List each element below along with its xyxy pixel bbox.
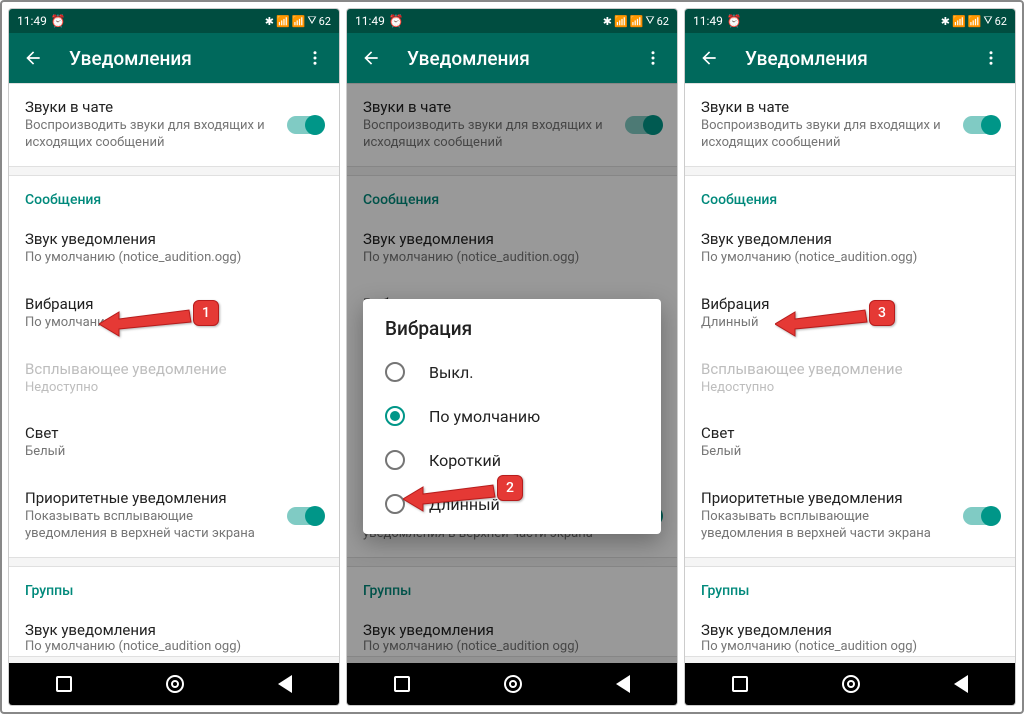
notification-sound-row[interactable]: Звук уведомления По умолчанию (notice_au… (685, 216, 1015, 281)
popup-subtitle: Недоступно (25, 380, 323, 397)
chat-sounds-toggle[interactable] (963, 116, 999, 134)
sound-title: Звук уведомления (25, 230, 323, 248)
page-title: Уведомления (407, 47, 641, 70)
radio-option-off[interactable]: Выкл. (363, 350, 661, 394)
notification-sound-row[interactable]: Звук уведомления По умолчанию (notice_au… (9, 216, 339, 281)
phone-screen-3: 11:49 ⏰ ✱📶📶⛛62 Уведомления Звуки в чате В… (684, 8, 1016, 706)
nav-bar (347, 663, 677, 705)
arrow-icon (775, 304, 875, 344)
group-sound-row[interactable]: Звук уведомления (9, 607, 339, 639)
page-title: Уведомления (69, 47, 303, 70)
overflow-menu-button[interactable] (641, 46, 665, 70)
annotation-1: 1 (99, 304, 219, 344)
nav-back-button[interactable] (954, 675, 968, 693)
status-bar: 11:49 ⏰ ✱📶📶⛛62 (685, 9, 1015, 33)
radio-icon (385, 450, 405, 470)
priority-title: Приоритетные уведомления (25, 489, 323, 507)
nav-bar (685, 663, 1015, 705)
section-groups: Группы (9, 567, 339, 607)
light-row[interactable]: Свет Белый (9, 410, 339, 475)
light-subtitle: Белый (25, 444, 323, 461)
settings-content: Звуки в чате Воспроизводить звуки для вх… (9, 83, 339, 663)
radio-icon-selected (385, 406, 405, 426)
annotation-2: 2 (403, 479, 523, 519)
status-bar: 11:49⏰ ✱📶📶⛛62 (9, 9, 339, 33)
status-bar: 11:49 ⏰ ✱📶📶⛛62 (347, 9, 677, 33)
popup-notification-row: Всплывающее уведомление Недоступно (9, 346, 339, 411)
group-sound-subtitle-cut: По умолчанию (notice_audition ogg) (9, 639, 339, 656)
status-icons: ✱📶📶⛛62 (941, 14, 1007, 28)
status-time: 11:49 (355, 14, 385, 28)
app-bar: Уведомления (9, 33, 339, 83)
wifi-icon: ⛛ (307, 14, 316, 28)
alarm-icon: ⏰ (727, 14, 742, 28)
nav-home-button[interactable] (842, 675, 860, 693)
settings-content: Звуки в чате Воспроизводить звуки для вх… (685, 83, 1015, 663)
nav-home-button[interactable] (504, 675, 522, 693)
status-time: 11:49 (17, 14, 47, 28)
status-icons: ✱📶📶⛛62 (603, 14, 669, 28)
nav-bar (9, 663, 339, 705)
priority-toggle[interactable] (963, 507, 999, 525)
app-bar: Уведомления (685, 33, 1015, 83)
status-time: 11:49 (693, 14, 723, 28)
status-icons: ✱📶📶⛛62 (265, 14, 331, 28)
nav-home-button[interactable] (166, 675, 184, 693)
light-row[interactable]: Свет Белый (685, 410, 1015, 475)
popup-title: Всплывающее уведомление (25, 360, 323, 378)
battery-icon: 62 (319, 15, 331, 28)
back-button[interactable] (21, 46, 45, 70)
nav-back-button[interactable] (278, 675, 292, 693)
nav-recent-button[interactable] (732, 676, 748, 692)
page-title: Уведомления (745, 47, 979, 70)
group-sound-row[interactable]: Звук уведомления (685, 607, 1015, 639)
arrow-icon (403, 479, 503, 519)
priority-toggle[interactable] (287, 507, 323, 525)
arrow-icon (99, 304, 199, 344)
chat-sounds-toggle[interactable] (287, 116, 323, 134)
chat-sounds-subtitle: Воспроизводить звуки для входящих и исхо… (25, 118, 265, 152)
dialog-title: Вибрация (363, 317, 661, 350)
radio-icon (385, 362, 405, 382)
light-title: Свет (25, 424, 323, 442)
settings-content: Звуки в чате Воспроизводить звуки для вх… (347, 83, 677, 663)
overflow-menu-button[interactable] (979, 46, 1003, 70)
nav-recent-button[interactable] (56, 676, 72, 692)
chat-sounds-row[interactable]: Звуки в чате Воспроизводить звуки для вх… (685, 84, 1015, 166)
annotation-3: 3 (775, 304, 895, 344)
chat-sounds-row[interactable]: Звуки в чате Воспроизводить звуки для вх… (9, 84, 339, 166)
chat-sounds-title: Звуки в чате (25, 98, 323, 116)
radio-icon (385, 494, 405, 514)
signal-icon: 📶 (276, 15, 290, 28)
bluetooth-icon: ✱ (265, 15, 274, 28)
priority-subtitle: Показывать всплывающие уведомления в вер… (25, 509, 265, 543)
radio-label: Короткий (429, 451, 501, 470)
alarm-icon: ⏰ (51, 14, 66, 28)
group-sound-title: Звук уведомления (25, 621, 323, 639)
phone-screen-2: 11:49 ⏰ ✱📶📶⛛62 Уведомления Звуки в чате В… (346, 8, 678, 706)
nav-recent-button[interactable] (394, 676, 410, 692)
alarm-icon: ⏰ (389, 14, 404, 28)
sound-subtitle: По умолчанию (notice_audition.ogg) (25, 250, 323, 267)
priority-row[interactable]: Приоритетные уведомления Показывать вспл… (9, 475, 339, 557)
back-button[interactable] (359, 46, 383, 70)
back-button[interactable] (697, 46, 721, 70)
radio-option-default[interactable]: По умолчанию (363, 394, 661, 438)
popup-notification-row: Всплывающее уведомление Недоступно (685, 346, 1015, 411)
radio-label: Выкл. (429, 363, 474, 382)
signal-icon-2: 📶 (292, 15, 306, 28)
nav-back-button[interactable] (616, 675, 630, 693)
app-bar: Уведомления (347, 33, 677, 83)
priority-row[interactable]: Приоритетные уведомления Показывать вспл… (685, 475, 1015, 557)
section-messages: Сообщения (9, 176, 339, 216)
radio-label: По умолчанию (429, 407, 540, 426)
phone-screen-1: 11:49⏰ ✱📶📶⛛62 Уведомления Звуки в чате В… (8, 8, 340, 706)
overflow-menu-button[interactable] (303, 46, 327, 70)
